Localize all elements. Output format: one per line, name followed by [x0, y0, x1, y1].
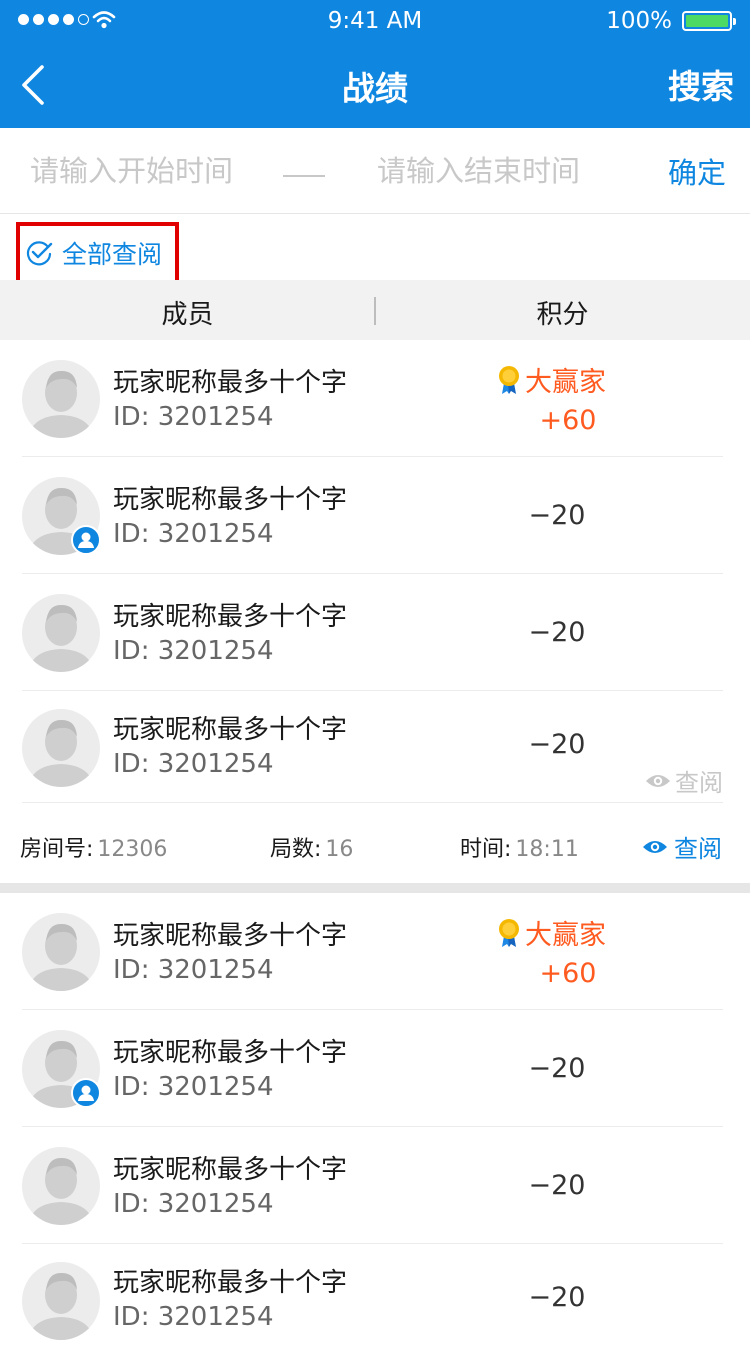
room-number-value: 12306	[97, 837, 168, 862]
player-score: −20	[528, 1053, 586, 1084]
search-button[interactable]: 搜索	[668, 60, 734, 108]
player-nickname: 玩家昵称最多十个字	[113, 602, 348, 632]
winner-score-block: 大赢家 +60	[497, 360, 637, 436]
end-time-input[interactable]	[377, 128, 627, 214]
view-all-label: 全部查阅	[62, 240, 163, 269]
room-number-label: 房间号:	[20, 837, 94, 862]
player-score: −20	[528, 500, 586, 531]
check-circle-icon	[26, 241, 53, 266]
player-id: ID: 3201254	[113, 1072, 274, 1102]
eye-icon	[643, 840, 667, 853]
start-time-input[interactable]	[30, 128, 270, 214]
battery-percent: 100%	[606, 8, 672, 34]
player-id: ID: 3201254	[113, 749, 274, 779]
view-all-button[interactable]: 全部查阅	[16, 222, 179, 284]
player-id: ID: 3201254	[113, 519, 274, 549]
game-time-label: 时间:	[460, 837, 512, 862]
page-title: 战绩	[342, 69, 408, 108]
record-group: 玩家昵称最多十个字 ID: 3201254 大赢家 +60 玩家昵称最多十个字 …	[0, 340, 750, 893]
date-range-filter: 确定	[0, 128, 750, 214]
round-count-value: 16	[325, 837, 354, 862]
confirm-button[interactable]: 确定	[668, 128, 726, 214]
player-score: −20	[528, 1282, 586, 1313]
player-row: 玩家昵称最多十个字 ID: 3201254 大赢家 +60	[22, 340, 723, 457]
avatar	[22, 913, 100, 991]
player-row: 玩家昵称最多十个字 ID: 3201254 −20	[22, 457, 723, 574]
eye-icon	[646, 774, 670, 787]
avatar	[22, 1147, 100, 1225]
navigation-bar: 战绩 搜索	[0, 40, 750, 128]
player-score: −20	[528, 1170, 586, 1201]
column-header-member: 成员	[161, 300, 214, 330]
row-review-label: 查阅	[675, 769, 723, 797]
player-id: ID: 3201254	[113, 955, 274, 985]
table-header: 成员 积分	[0, 280, 750, 340]
player-row: 玩家昵称最多十个字 ID: 3201254 −20	[22, 1010, 723, 1127]
player-nickname: 玩家昵称最多十个字	[113, 485, 348, 515]
player-row: 玩家昵称最多十个字 ID: 3201254 −20	[22, 1244, 723, 1361]
range-separator	[283, 175, 325, 177]
game-time-value: 18:11	[515, 837, 579, 862]
room-info-footer: 房间号: 12306 局数: 16 时间: 18:11 查阅	[0, 803, 750, 883]
winner-label: 大赢家	[525, 920, 606, 951]
player-nickname: 玩家昵称最多十个字	[113, 921, 348, 951]
player-nickname: 玩家昵称最多十个字	[113, 1155, 348, 1185]
avatar	[22, 709, 100, 787]
player-nickname: 玩家昵称最多十个字	[113, 1038, 348, 1068]
player-score: −20	[528, 729, 586, 760]
user-badge-icon	[71, 525, 101, 555]
medal-icon	[499, 365, 519, 394]
battery-icon	[682, 11, 736, 31]
player-nickname: 玩家昵称最多十个字	[113, 1268, 348, 1298]
winner-score-block: 大赢家 +60	[497, 913, 637, 989]
group-separator	[0, 883, 750, 893]
player-id: ID: 3201254	[113, 402, 274, 432]
game-time: 时间: 18:11	[460, 831, 579, 863]
avatar	[22, 594, 100, 672]
avatar	[22, 1262, 100, 1340]
round-count: 局数: 16	[270, 831, 353, 863]
player-row: 玩家昵称最多十个字 ID: 3201254 −20	[22, 574, 723, 691]
player-row: 玩家昵称最多十个字 ID: 3201254 −20	[22, 1127, 723, 1244]
round-count-label: 局数:	[270, 837, 322, 862]
player-row: 玩家昵称最多十个字 ID: 3201254 大赢家 +60	[22, 893, 723, 1010]
player-id: ID: 3201254	[113, 636, 274, 666]
user-badge-icon	[71, 1078, 101, 1108]
review-label: 查阅	[674, 835, 722, 863]
player-score: +60	[539, 405, 597, 436]
player-id: ID: 3201254	[113, 1302, 274, 1332]
review-button[interactable]: 查阅	[642, 829, 722, 864]
avatar	[22, 360, 100, 438]
player-nickname: 玩家昵称最多十个字	[113, 368, 348, 398]
player-score: −20	[528, 617, 586, 648]
record-group: 玩家昵称最多十个字 ID: 3201254 大赢家 +60 玩家昵称最多十个字 …	[0, 893, 750, 1361]
room-number: 房间号: 12306	[20, 831, 167, 863]
player-id: ID: 3201254	[113, 1189, 274, 1219]
player-row: 玩家昵称最多十个字 ID: 3201254 −20 查阅	[22, 691, 723, 803]
column-header-score: 积分	[536, 300, 589, 330]
chevron-left-icon[interactable]	[16, 64, 48, 106]
medal-icon	[499, 918, 519, 947]
player-nickname: 玩家昵称最多十个字	[113, 715, 348, 745]
status-bar: 9:41 AM 100%	[0, 0, 750, 40]
row-review-link[interactable]: 查阅	[645, 763, 723, 798]
player-score: +60	[539, 958, 597, 989]
winner-label: 大赢家	[525, 367, 606, 398]
